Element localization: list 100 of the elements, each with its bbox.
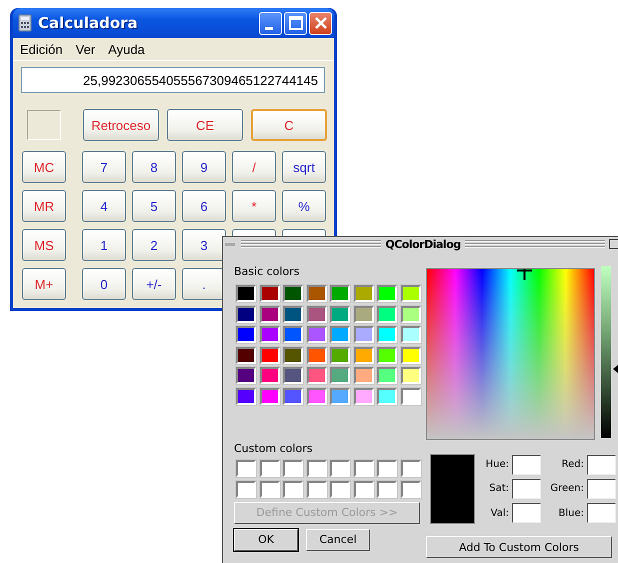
input-field[interactable]	[512, 478, 541, 499]
color-swatch[interactable]	[236, 460, 256, 476]
color-swatch[interactable]	[260, 306, 280, 322]
key-button[interactable]: 2	[132, 229, 176, 261]
key-button[interactable]: M+	[22, 268, 66, 300]
input-field[interactable]	[587, 478, 616, 499]
key-button[interactable]: sqrt	[282, 151, 326, 183]
input-field[interactable]	[512, 503, 541, 524]
color-swatch[interactable]	[236, 367, 256, 384]
color-swatch[interactable]	[377, 326, 397, 343]
color-swatch[interactable]	[400, 285, 420, 302]
color-swatch[interactable]	[306, 460, 326, 476]
color-swatch[interactable]	[260, 388, 280, 404]
color-swatch[interactable]	[260, 326, 280, 343]
color-swatch[interactable]	[354, 388, 374, 404]
key-button[interactable]: 1	[82, 229, 126, 261]
color-swatch[interactable]	[377, 480, 397, 498]
color-swatch[interactable]	[400, 388, 420, 404]
color-swatch[interactable]	[354, 346, 374, 364]
color-swatch[interactable]	[400, 326, 420, 343]
slider-arrow-icon[interactable]	[613, 364, 618, 374]
color-swatch[interactable]	[377, 346, 397, 364]
color-swatch[interactable]	[400, 367, 420, 384]
color-swatch[interactable]	[330, 388, 350, 404]
color-swatch[interactable]	[283, 306, 303, 322]
key-button[interactable]: MC	[22, 151, 66, 183]
color-swatch[interactable]	[306, 285, 326, 302]
color-swatch[interactable]	[400, 460, 420, 476]
color-swatch[interactable]	[236, 388, 256, 404]
color-swatch[interactable]	[354, 480, 374, 498]
key-button[interactable]: 9	[182, 151, 226, 183]
color-swatch[interactable]	[306, 388, 326, 404]
input-field[interactable]	[587, 503, 616, 524]
menu-item[interactable]: Ver	[72, 42, 102, 56]
key-button[interactable]: CE	[167, 109, 243, 141]
color-swatch[interactable]	[400, 346, 420, 364]
input-field[interactable]	[587, 454, 616, 475]
color-spectrum[interactable]	[426, 268, 595, 440]
color-swatch[interactable]	[400, 306, 420, 322]
input-field[interactable]	[512, 454, 541, 475]
ok-button[interactable]: OK	[234, 528, 298, 550]
color-swatch[interactable]	[400, 480, 420, 498]
key-button[interactable]: 4	[82, 190, 126, 222]
color-swatch[interactable]	[283, 367, 303, 384]
cancel-button[interactable]: Cancel	[306, 528, 370, 550]
color-swatch[interactable]	[236, 480, 256, 498]
crosshair-icon[interactable]	[516, 269, 532, 280]
color-swatch[interactable]	[260, 367, 280, 384]
color-swatch[interactable]	[283, 460, 303, 476]
color-swatch[interactable]	[260, 285, 280, 302]
maximize-button[interactable]	[609, 239, 618, 249]
key-button[interactable]: C	[251, 109, 327, 141]
key-button[interactable]: 0	[82, 268, 126, 300]
key-button[interactable]: 5	[132, 190, 176, 222]
color-swatch[interactable]	[236, 285, 256, 302]
menu-item[interactable]: Ayuda	[105, 42, 151, 56]
menu-item[interactable]: Edición	[17, 42, 69, 56]
color-swatch[interactable]	[260, 480, 280, 498]
color-swatch[interactable]	[260, 346, 280, 364]
color-swatch[interactable]	[377, 367, 397, 384]
display-field[interactable]: 25,992306554055567309465122744145	[21, 67, 325, 93]
color-swatch[interactable]	[354, 306, 374, 322]
color-swatch[interactable]	[283, 480, 303, 498]
color-swatch[interactable]	[260, 460, 280, 476]
key-button[interactable]: /	[232, 151, 276, 183]
color-swatch[interactable]	[377, 460, 397, 476]
color-swatch[interactable]	[330, 326, 350, 343]
color-swatch[interactable]	[330, 285, 350, 302]
color-swatch[interactable]	[236, 346, 256, 364]
color-swatch[interactable]	[330, 346, 350, 364]
color-swatch[interactable]	[377, 306, 397, 322]
color-swatch[interactable]	[377, 285, 397, 302]
key-button[interactable]: Retroceso	[83, 109, 159, 141]
color-swatch[interactable]	[377, 388, 397, 404]
color-swatch[interactable]	[306, 326, 326, 343]
key-button[interactable]: *	[232, 190, 276, 222]
color-swatch[interactable]	[306, 367, 326, 384]
color-swatch[interactable]	[354, 367, 374, 384]
key-button[interactable]: +/-	[132, 268, 176, 300]
color-swatch[interactable]	[330, 480, 350, 498]
color-swatch[interactable]	[236, 326, 256, 343]
color-swatch[interactable]	[283, 346, 303, 364]
minimize-button[interactable]	[259, 12, 282, 34]
color-swatch[interactable]	[354, 326, 374, 343]
color-swatch[interactable]	[306, 346, 326, 364]
color-swatch[interactable]	[330, 367, 350, 384]
add-custom-color-button[interactable]: Add To Custom Colors	[426, 536, 612, 558]
color-swatch[interactable]	[283, 388, 303, 404]
color-swatch[interactable]	[283, 285, 303, 302]
color-swatch[interactable]	[306, 480, 326, 498]
key-button[interactable]: %	[282, 190, 326, 222]
key-button[interactable]: 8	[132, 151, 176, 183]
key-button[interactable]: 7	[82, 151, 126, 183]
color-swatch[interactable]	[354, 460, 374, 476]
close-button[interactable]	[309, 12, 332, 34]
key-button[interactable]: 6	[182, 190, 226, 222]
color-swatch[interactable]	[330, 306, 350, 322]
color-swatch[interactable]	[354, 285, 374, 302]
key-button[interactable]: MR	[22, 190, 66, 222]
color-swatch[interactable]	[330, 460, 350, 476]
